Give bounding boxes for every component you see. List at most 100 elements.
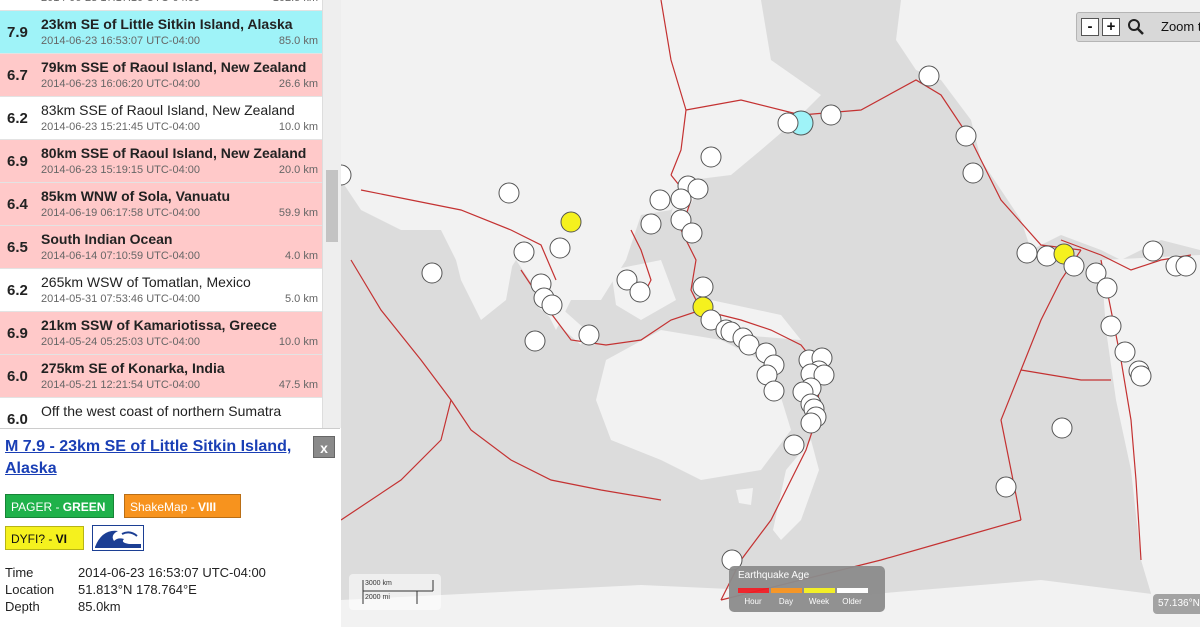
list-item-magnitude: 6.2	[7, 282, 28, 299]
list-item-depth: 47.5 km	[278, 379, 318, 391]
list-item-time: 2014-05-31 07:53:46 UTC-04:00	[41, 293, 200, 305]
time-value: 2014-06-23 16:53:07 UTC-04:00	[78, 565, 266, 580]
list-item[interactable]: 7.9 23km SE of Little Sitkin Island, Alas…	[0, 11, 322, 54]
list-item[interactable]: 6.9 21km SSW of Kamariotissa, Greece 2014-…	[0, 312, 322, 355]
earthquake-marker[interactable]	[692, 276, 714, 298]
list-item[interactable]: 2014-06-23 17:17:10 UTC-04:00 102.5 km	[0, 0, 322, 11]
earthquake-marker[interactable]	[549, 237, 571, 259]
earthquake-marker[interactable]	[670, 188, 692, 210]
scale-bar: 3000 km 2000 mi	[349, 574, 441, 610]
zoom-control: - + Zoom t	[1076, 12, 1200, 42]
list-scrollbar[interactable]	[322, 0, 341, 428]
legend-older-swatch	[837, 588, 868, 593]
list-item-depth: 59.9 km	[278, 207, 318, 219]
list-item-depth: 10.0 km	[278, 336, 318, 348]
earthquake-marker[interactable]	[1142, 240, 1164, 262]
list-item[interactable]: 6.2 265km WSW of Tomatlan, Mexico 2014-05-…	[0, 269, 322, 312]
list-item[interactable]: 6.2 83km SSE of Raoul Island, New Zealand…	[0, 97, 322, 140]
legend-title: Earthquake Age	[738, 570, 810, 581]
earthquake-list: 2014-06-23 17:17:10 UTC-04:00 102.5 km 7.9…	[0, 0, 322, 428]
earthquake-marker[interactable]	[763, 380, 785, 402]
scrollbar-thumb[interactable]	[326, 170, 338, 242]
dyfi-badge[interactable]: DYFI? - VI	[5, 526, 84, 550]
age-legend: Earthquake Age Hour Day Week Older	[729, 566, 885, 612]
zoom-to-label[interactable]: Zoom t	[1161, 19, 1200, 34]
list-item-place: 21km SSW of Kamariotissa, Greece	[41, 317, 277, 333]
earthquake-marker[interactable]	[1063, 255, 1085, 277]
earthquake-marker[interactable]	[681, 222, 703, 244]
list-item[interactable]: 6.0 Off the west coast of northern Sumatr…	[0, 398, 322, 428]
list-item[interactable]: 6.7 79km SSE of Raoul Island, New Zealand…	[0, 54, 322, 97]
earthquake-marker[interactable]	[498, 182, 520, 204]
earthquake-marker[interactable]	[629, 281, 651, 303]
legend-week-label: Week	[808, 597, 830, 606]
earthquake-marker[interactable]	[513, 241, 535, 263]
close-button[interactable]: x	[313, 436, 335, 458]
list-item-time: 2014-06-14 07:10:59 UTC-04:00	[41, 250, 200, 262]
map-view[interactable]: - + Zoom t 3000 km 2000 mi Earthquake Ag…	[341, 0, 1200, 627]
legend-older-label: Older	[842, 597, 862, 606]
location-value: 51.813°N 178.764°E	[78, 582, 197, 597]
earthquake-marker[interactable]	[649, 189, 671, 211]
earthquake-marker[interactable]	[578, 324, 600, 346]
time-label: Time	[5, 565, 34, 580]
earthquake-marker[interactable]	[421, 262, 443, 284]
list-item-magnitude: 6.2	[7, 110, 28, 127]
scale-mi: 2000 mi	[365, 594, 390, 601]
earthquake-marker[interactable]	[995, 476, 1017, 498]
earthquake-marker[interactable]	[560, 211, 582, 233]
shakemap-badge[interactable]: ShakeMap - VIII	[124, 494, 241, 518]
list-item-time: 2014-06-23 16:06:20 UTC-04:00	[41, 78, 200, 90]
list-item-place: South Indian Ocean	[41, 231, 173, 247]
earthquake-marker[interactable]	[1114, 341, 1136, 363]
pager-badge[interactable]: PAGER - GREEN	[5, 494, 114, 518]
zoom-out-button[interactable]: -	[1081, 18, 1099, 36]
earthquake-marker[interactable]	[1130, 365, 1152, 387]
earthquake-marker[interactable]	[541, 294, 563, 316]
earthquake-marker[interactable]	[783, 434, 805, 456]
legend-day-swatch	[771, 588, 802, 593]
list-item-place: 79km SSE of Raoul Island, New Zealand	[41, 59, 307, 75]
list-item[interactable]: 6.0 275km SE of Konarka, India 2014-05-21 …	[0, 355, 322, 398]
earthquake-marker[interactable]	[962, 162, 984, 184]
pager-label: PAGER -	[11, 500, 63, 514]
earthquake-marker[interactable]	[1175, 255, 1197, 277]
list-item-magnitude: 6.4	[7, 196, 28, 213]
earthquake-marker[interactable]	[640, 213, 662, 235]
list-item[interactable]: 6.5 South Indian Ocean 2014-06-14 07:10:59…	[0, 226, 322, 269]
list-item-time: 2014-05-24 05:25:03 UTC-04:00	[41, 336, 200, 348]
pager-value: GREEN	[62, 500, 106, 514]
earthquake-marker[interactable]	[700, 146, 722, 168]
list-item[interactable]: 6.4 85km WNW of Sola, Vanuatu 2014-06-19 0…	[0, 183, 322, 226]
list-item-depth: 20.0 km	[278, 164, 318, 176]
earthquake-marker[interactable]	[820, 104, 842, 126]
list-item[interactable]: 6.9 80km SSE of Raoul Island, New Zealand…	[0, 140, 322, 183]
dyfi-value: VI	[55, 532, 68, 546]
list-item-depth: 102.5 km	[273, 0, 318, 4]
world-map[interactable]	[341, 0, 1200, 627]
tsunami-icon[interactable]	[92, 525, 144, 551]
earthquake-marker[interactable]	[1051, 417, 1073, 439]
earthquake-marker[interactable]	[1016, 242, 1038, 264]
magnifier-icon[interactable]	[1127, 18, 1145, 36]
earthquake-marker[interactable]	[800, 412, 822, 434]
list-item-depth: 26.6 km	[278, 78, 318, 90]
event-title-link[interactable]: M 7.9 - 23km SE of Little Sitkin Island,…	[5, 436, 295, 480]
scale-km: 3000 km	[365, 580, 392, 587]
list-item-place: 23km SE of Little Sitkin Island, Alaska	[41, 16, 293, 32]
list-item-time: 2014-06-23 15:21:45 UTC-04:00	[41, 121, 200, 133]
earthquake-marker[interactable]	[777, 112, 799, 134]
legend-hour-swatch	[738, 588, 769, 593]
legend-day-label: Day	[778, 597, 794, 606]
list-item-magnitude: 6.7	[7, 67, 28, 84]
earthquake-marker[interactable]	[918, 65, 940, 87]
list-item-depth: 5.0 km	[284, 293, 318, 305]
earthquake-marker[interactable]	[524, 330, 546, 352]
coordinate-readout: 57.136°N	[1153, 594, 1200, 614]
list-item-magnitude: 6.0	[7, 368, 28, 385]
earthquake-marker[interactable]	[1100, 315, 1122, 337]
earthquake-marker[interactable]	[955, 125, 977, 147]
zoom-in-button[interactable]: +	[1102, 18, 1120, 36]
legend-week-swatch	[804, 588, 835, 593]
earthquake-marker[interactable]	[1096, 277, 1118, 299]
